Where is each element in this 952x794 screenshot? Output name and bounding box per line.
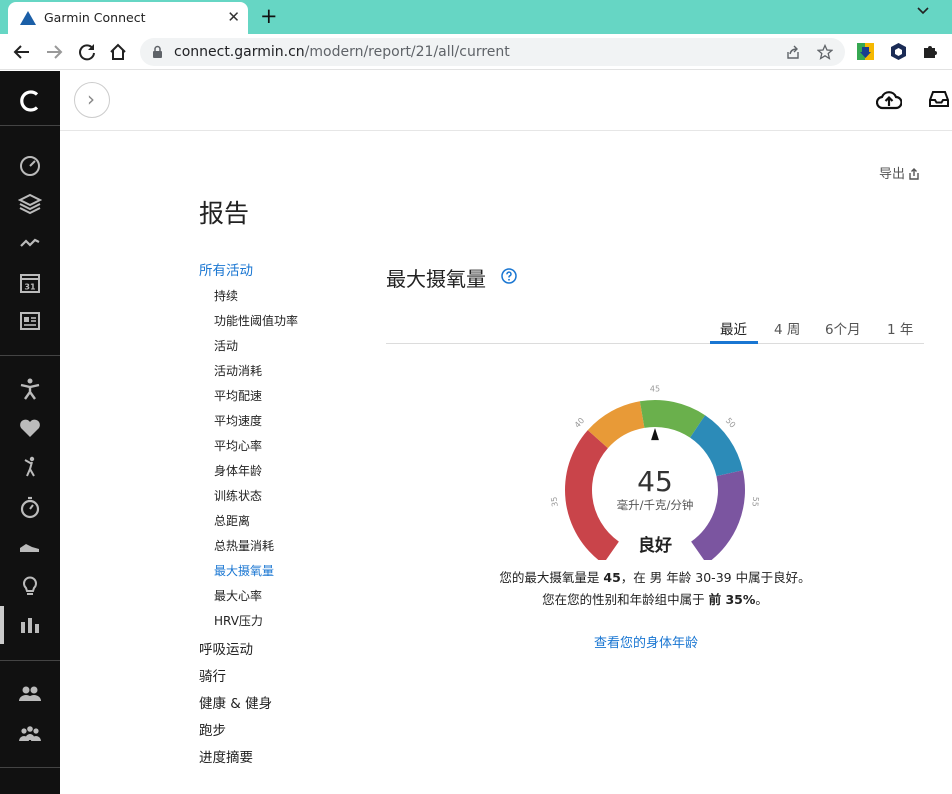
inbox-tray-icon[interactable] bbox=[928, 89, 950, 109]
activity-chart-icon[interactable] bbox=[18, 231, 42, 255]
export-button[interactable]: 导出 bbox=[879, 163, 920, 182]
nav-sub-item[interactable]: 身体年龄 bbox=[214, 462, 379, 487]
calendar-icon[interactable]: 31 bbox=[18, 270, 42, 294]
dashboard-gauge-icon[interactable] bbox=[18, 153, 42, 177]
reports-nav: 所有活动 持续 功能性阈值功率 活动 活动消耗 平均配速 平均速度 平均心率 身体年龄 训练状态… bbox=[199, 262, 379, 776]
tab-4-weeks[interactable]: 4 周 bbox=[774, 318, 800, 344]
nav-sub-item[interactable]: 最大心率 bbox=[214, 587, 379, 612]
sidebar-divider bbox=[0, 355, 60, 356]
back-arrow-icon[interactable] bbox=[12, 42, 32, 62]
nav-category-list: 呼吸运动 骑行 健康 & 健身 跑步 进度摘要 bbox=[199, 641, 379, 776]
app-header: › bbox=[60, 71, 952, 131]
expand-sidebar-button[interactable]: › bbox=[74, 82, 110, 118]
forward-arrow-icon[interactable] bbox=[44, 42, 64, 62]
active-tab-underline bbox=[710, 341, 758, 344]
gauge-tick-label: 35 bbox=[550, 496, 560, 507]
gauge-tick-label: 40 bbox=[573, 416, 586, 430]
nav-all-activities[interactable]: 所有活动 bbox=[199, 262, 379, 287]
reports-bar-icon[interactable] bbox=[18, 612, 42, 636]
news-feed-icon[interactable] bbox=[18, 309, 42, 333]
cloud-upload-icon[interactable] bbox=[876, 89, 902, 111]
person-fitness-icon[interactable] bbox=[18, 377, 42, 401]
sidebar-divider bbox=[0, 767, 60, 768]
vo2max-description-line2: 您在您的性别和年龄组中属于 前 35%。 bbox=[542, 592, 768, 607]
nav-sub-item[interactable]: 持续 bbox=[214, 287, 379, 312]
page-title: 报告 bbox=[199, 199, 250, 228]
nav-sub-item[interactable]: 平均速度 bbox=[214, 412, 379, 437]
nav-sub-item[interactable]: 最大摄氧量 bbox=[214, 562, 379, 587]
gauge-tick-label: 45 bbox=[650, 385, 660, 394]
url-text[interactable]: connect.garmin.cn/modern/report/21/all/c… bbox=[174, 44, 510, 60]
heart-icon[interactable] bbox=[18, 416, 42, 440]
sidebar-active-indicator bbox=[0, 606, 4, 644]
chevron-right-icon: › bbox=[87, 87, 95, 111]
share-icon[interactable] bbox=[785, 44, 801, 60]
download-extension-icon[interactable] bbox=[857, 43, 874, 60]
view-body-age-link[interactable]: 查看您的身体年龄 bbox=[386, 632, 906, 651]
nav-sub-item[interactable]: 活动 bbox=[214, 337, 379, 362]
tab-close-icon[interactable]: ✕ bbox=[227, 8, 240, 26]
new-tab-button[interactable]: + bbox=[260, 4, 278, 28]
vo2max-description-line1: 您的最大摄氧量是 45，在 男 年龄 30-39 中属于良好。 bbox=[499, 570, 811, 585]
lock-icon[interactable] bbox=[152, 45, 163, 59]
vo2max-value: 45 bbox=[637, 465, 673, 498]
tab-title: Garmin Connect bbox=[44, 10, 146, 25]
svg-text:31: 31 bbox=[24, 283, 36, 292]
hexagon-extension-icon[interactable] bbox=[891, 43, 906, 60]
nav-category-item[interactable]: 呼吸运动 bbox=[199, 641, 379, 668]
time-range-tabs: 最近 4 周 6个月 1 年 bbox=[386, 314, 924, 344]
sidebar-divider bbox=[0, 660, 60, 661]
connections-icon[interactable] bbox=[18, 681, 42, 705]
bookmark-star-icon[interactable] bbox=[817, 44, 833, 60]
stopwatch-icon[interactable] bbox=[18, 495, 42, 519]
vo2max-rating: 良好 bbox=[638, 536, 672, 556]
app-sidebar: 31 bbox=[0, 71, 60, 794]
nav-sub-item[interactable]: 功能性阈值功率 bbox=[214, 312, 379, 337]
nav-category-item[interactable]: 骑行 bbox=[199, 668, 379, 695]
sidebar-divider bbox=[0, 125, 60, 126]
gauge-tick-label: 55 bbox=[750, 496, 760, 507]
browser-toolbar: connect.garmin.cn/modern/report/21/all/c… bbox=[0, 34, 952, 70]
home-icon[interactable] bbox=[108, 42, 128, 62]
garmin-favicon-icon bbox=[20, 11, 36, 25]
nav-sub-item[interactable]: HRV压力 bbox=[214, 612, 379, 637]
shoe-icon[interactable] bbox=[18, 534, 42, 558]
layers-icon[interactable] bbox=[18, 192, 42, 216]
nav-category-item[interactable]: 健康 & 健身 bbox=[199, 695, 379, 722]
vo2max-unit: 毫升/千克/分钟 bbox=[616, 498, 694, 512]
extensions-puzzle-icon[interactable] bbox=[922, 43, 938, 59]
nav-sub-item[interactable]: 平均心率 bbox=[214, 437, 379, 462]
nav-sub-item[interactable]: 活动消耗 bbox=[214, 362, 379, 387]
golf-icon[interactable] bbox=[18, 455, 42, 479]
garmin-connect-logo[interactable] bbox=[18, 89, 42, 113]
nav-sub-item[interactable]: 总距离 bbox=[214, 512, 379, 537]
nav-category-item[interactable]: 跑步 bbox=[199, 722, 379, 749]
tab-6-months[interactable]: 6个月 bbox=[825, 318, 861, 344]
reload-icon[interactable] bbox=[77, 42, 97, 62]
nav-sub-item[interactable]: 总热量消耗 bbox=[214, 537, 379, 562]
tab-search-chevron-icon[interactable] bbox=[916, 4, 930, 18]
nav-sub-item[interactable]: 训练状态 bbox=[214, 487, 379, 512]
browser-tab-bar: Garmin Connect ✕ + bbox=[0, 0, 952, 34]
groups-icon[interactable] bbox=[18, 721, 42, 745]
address-bar[interactable]: connect.garmin.cn/modern/report/21/all/c… bbox=[140, 38, 845, 66]
gauge-pointer-icon bbox=[651, 428, 659, 441]
nav-sub-item[interactable]: 平均配速 bbox=[214, 387, 379, 412]
tab-1-year[interactable]: 1 年 bbox=[887, 318, 913, 344]
help-question-icon[interactable] bbox=[501, 268, 517, 284]
export-icon bbox=[909, 168, 919, 180]
lightbulb-icon[interactable] bbox=[18, 573, 42, 597]
metric-title: 最大摄氧量 bbox=[386, 267, 486, 291]
browser-tab[interactable]: Garmin Connect ✕ bbox=[8, 2, 248, 34]
gauge-tick-label: 50 bbox=[724, 416, 737, 430]
nav-sub-list: 持续 功能性阈值功率 活动 活动消耗 平均配速 平均速度 平均心率 身体年龄 训练状态 总距离 总热… bbox=[199, 287, 379, 637]
nav-category-item[interactable]: 进度摘要 bbox=[199, 749, 379, 776]
